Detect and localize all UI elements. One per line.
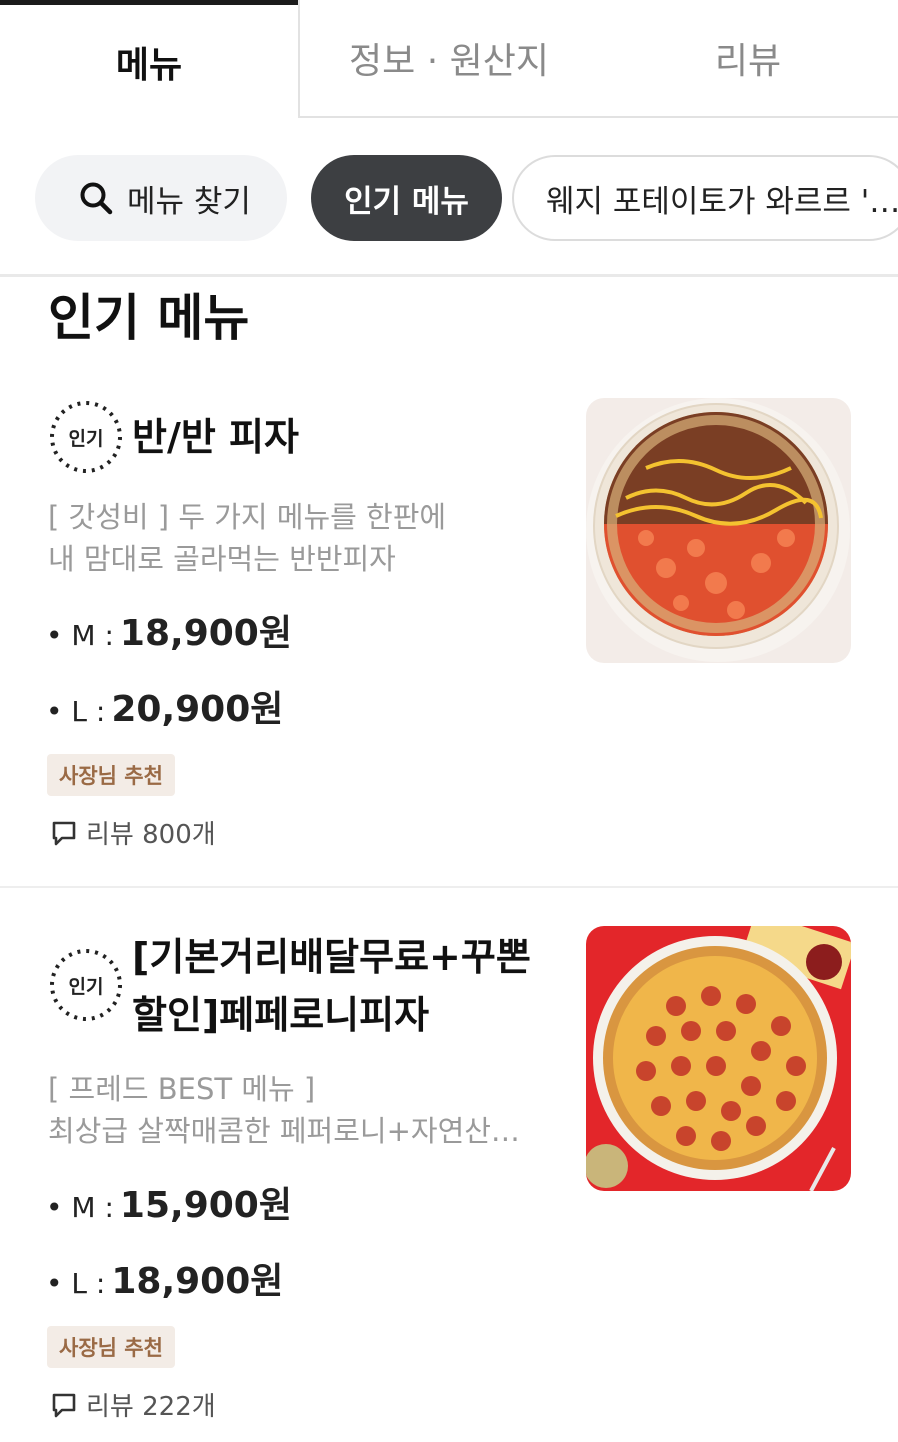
menu-item-desc-line2: 내 맘대로 골라먹는 반반피자 [48,542,396,576]
menu-item-photo[interactable] [586,398,851,663]
review-count: 리뷰 222개 [50,1386,216,1423]
price-medium: • M :18,900원 [46,604,292,656]
menu-item-desc-line2: 최상급 살짝매콤한 페퍼로니+자연산… [48,1114,520,1148]
review-count-label: 리뷰 222개 [86,1392,216,1422]
price-medium-value: 15,900원 [119,1185,292,1226]
popular-badge-icon: 인기 [47,398,125,476]
half-half-pizza-photo [586,398,851,663]
menu-item-name: 반/반 피자 [132,415,299,459]
price-large-value: 18,900원 [111,1261,284,1302]
top-tab-bar: 메뉴 정보 · 원산지 리뷰 [0,0,898,118]
popular-badge-icon: 인기 [47,946,125,1024]
price-medium-label: • M : [46,619,114,652]
menu-item-photo[interactable] [586,926,851,1191]
tab-info-origin[interactable]: 정보 · 원산지 [298,0,598,118]
price-large: • L :20,900원 [46,680,283,732]
filter-chip-row: 메뉴 찾기 인기 메뉴 웨지 포테이토가 와르르 '… [0,155,898,241]
chip-divider [0,274,898,277]
search-icon [80,182,113,215]
menu-search-label: 메뉴 찾기 [127,183,251,220]
item-divider [0,886,898,888]
review-bubble-icon [52,821,76,845]
price-medium-label: • M : [46,1191,114,1224]
owner-recommend-tag: 사장님 추천 [47,754,175,796]
price-large-label: • L : [46,1267,106,1300]
review-count-label: 리뷰 800개 [86,820,216,850]
price-medium: • M :15,900원 [46,1176,292,1228]
tab-menu[interactable]: 메뉴 [0,0,298,118]
badge-label: 인기 [68,975,104,998]
badge-label: 인기 [68,427,104,450]
price-medium-value: 18,900원 [119,613,292,654]
pepperoni-pizza-photo [586,926,851,1191]
section-title: 인기 메뉴 [48,289,250,347]
tab-reviews[interactable]: 리뷰 [598,0,898,118]
price-large-label: • L : [46,695,106,728]
menu-item-name-line1: [기본거리배달무료+꾸뽄 [132,935,531,979]
review-bubble-icon [52,1393,76,1417]
price-large: • L :18,900원 [46,1252,283,1304]
review-count: 리뷰 800개 [50,814,216,851]
promo-chip[interactable]: 웨지 포테이토가 와르르 '… [512,155,898,241]
menu-search-chip[interactable]: 메뉴 찾기 [35,155,287,241]
menu-item-desc-line1: [ 갓성비 ] 두 가지 메뉴를 한판에 [48,500,447,534]
menu-item-name-line2: 할인]페페로니피자 [132,993,430,1037]
price-large-value: 20,900원 [111,689,284,730]
owner-recommend-tag: 사장님 추천 [47,1326,175,1368]
menu-item-desc-line1: [ 프레드 BEST 메뉴 ] [48,1072,316,1106]
popular-menu-chip[interactable]: 인기 메뉴 [311,155,502,241]
